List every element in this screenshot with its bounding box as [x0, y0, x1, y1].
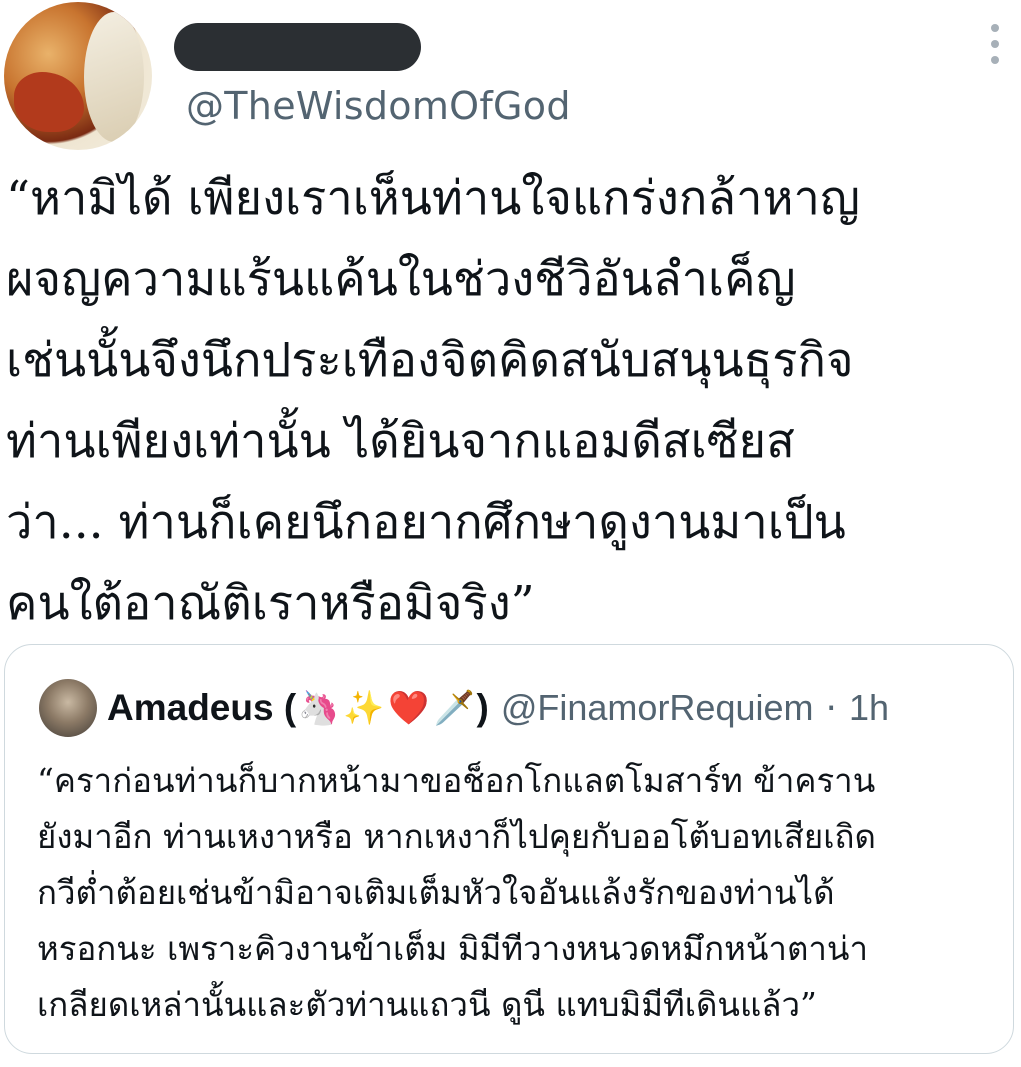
quote-line: “คราก่อนท่านก็บากหน้ามาขอช็อกโกแลตโมสาร์…: [37, 761, 876, 800]
tweet-line: เช่นนั้นจึงนึกประเทืองจิตคิดสนับสนุนธุรก…: [6, 333, 854, 388]
unicorn-emoji-icon: 🦄: [298, 688, 340, 727]
quote-name-suffix: ): [476, 687, 489, 728]
separator-dot: ·: [825, 687, 837, 729]
dot-middle: [991, 40, 999, 48]
tweet-line: ผจญความแร้นแค้นในช่วงชีวิอันลำเค็ญ: [6, 252, 796, 307]
heart-emoji-icon: ❤️: [388, 688, 430, 727]
quote-header: Amadeus ( 🦄 ✨ ❤️ 🗡️ ) @FinamorRequiem · …: [107, 683, 889, 733]
quote-author-handle[interactable]: @FinamorRequiem: [501, 687, 814, 729]
quote-line: ยังมาอีก ท่านเหงาหรือ หากเหงาก็ไปคุยกับอ…: [37, 817, 876, 856]
tweet-text: “หามิได้ เพียงเราเห็นท่านใจแกร่งกล้าหาญ …: [6, 158, 1011, 644]
tweet-line: “หามิได้ เพียงเราเห็นท่านใจแกร่งกล้าหาญ: [6, 171, 860, 226]
author-handle[interactable]: @TheWisdomOfGod: [186, 84, 571, 128]
tweet-line: ว่า... ท่านก็เคยนึกอยากศึกษาดูงานมาเป็น: [6, 495, 846, 550]
quoted-tweet-card[interactable]: Amadeus ( 🦄 ✨ ❤️ 🗡️ ) @FinamorRequiem · …: [4, 644, 1014, 1054]
quote-timestamp[interactable]: 1h: [849, 687, 889, 729]
quote-text: “คราก่อนท่านก็บากหน้ามาขอช็อกโกแลตโมสาร์…: [37, 753, 997, 1033]
sparkles-emoji-icon: ✨: [343, 688, 385, 727]
quote-author-name[interactable]: Amadeus (: [107, 687, 296, 729]
tweet-line: คนใต้อาณัติเราหรือมิจริง”: [6, 576, 535, 631]
more-vertical-icon[interactable]: [982, 24, 1008, 64]
dot-top: [991, 24, 999, 32]
redacted-display-name: [174, 23, 421, 71]
quote-line: กวีต่ำต้อยเช่นข้ามิอาจเติมเต็มหัวใจอันแล…: [37, 873, 835, 912]
dot-bottom: [991, 56, 999, 64]
quote-line: หรอกนะ เพราะคิวงานข้าเต็ม มิมีทีวางหนวดห…: [37, 929, 868, 968]
dagger-emoji-icon: 🗡️: [433, 688, 475, 727]
quote-author-avatar[interactable]: [39, 679, 97, 737]
quote-line: เกลียดเหล่านั้นและตัวท่านแถวนี ดูนี แทบม…: [37, 985, 817, 1024]
tweet-line: ท่านเพียงเท่านั้น ได้ยินจากแอมดีสเซียส: [6, 414, 795, 469]
author-avatar[interactable]: [4, 2, 152, 150]
